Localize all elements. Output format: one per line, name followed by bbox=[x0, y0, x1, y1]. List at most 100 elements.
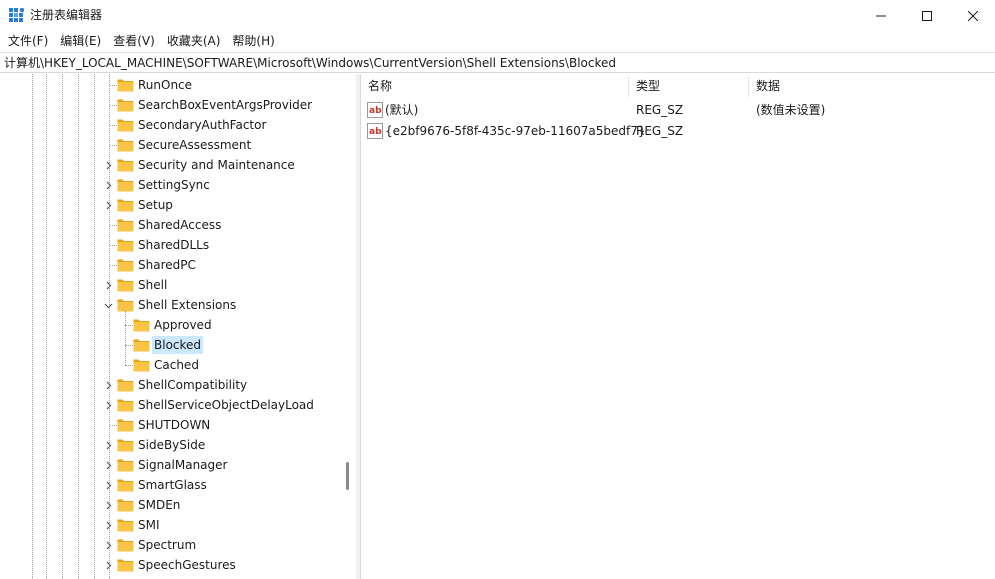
value-row[interactable]: ab (默认) REG_SZ (数值未设置) bbox=[362, 100, 995, 120]
tree-item[interactable]: SMI bbox=[0, 515, 340, 535]
address-path: 计算机\HKEY_LOCAL_MACHINE\SOFTWARE\Microsof… bbox=[4, 56, 617, 70]
tree-item-label[interactable]: ShellCompatibility bbox=[136, 376, 249, 394]
tree-item-label[interactable]: SecureAssessment bbox=[136, 136, 253, 154]
chevron-right-icon[interactable] bbox=[104, 441, 113, 450]
tree-connector bbox=[110, 225, 117, 226]
tree-scrollbar-thumb[interactable] bbox=[346, 462, 349, 490]
tree-item[interactable]: Security and Maintenance bbox=[0, 155, 340, 175]
tree-item-label[interactable]: RunOnce bbox=[136, 76, 194, 94]
tree-item[interactable]: SmartGlass bbox=[0, 475, 340, 495]
tree-item-label[interactable]: Shell bbox=[136, 276, 169, 294]
tree-item[interactable]: SharedAccess bbox=[0, 215, 340, 235]
tree-item[interactable]: Shell Extensions bbox=[0, 295, 340, 315]
tree-item[interactable]: SecureAssessment bbox=[0, 135, 340, 155]
column-header-data[interactable]: 数据 bbox=[750, 74, 990, 99]
key-tree-pane[interactable]: RunOnce SearchBoxEventArgsProvider Seconda… bbox=[0, 74, 356, 579]
tree-item[interactable]: SMDEn bbox=[0, 495, 340, 515]
tree-item[interactable]: SearchBoxEventArgsProvider bbox=[0, 95, 340, 115]
close-button[interactable] bbox=[950, 0, 995, 31]
tree-connector bbox=[125, 325, 133, 326]
tree-connector bbox=[110, 105, 117, 106]
tree-item-label[interactable]: Security and Maintenance bbox=[136, 156, 297, 174]
tree-item-label[interactable]: Shell Extensions bbox=[136, 296, 238, 314]
chevron-right-icon[interactable] bbox=[104, 561, 113, 570]
tree-connector bbox=[110, 145, 117, 146]
tree-item[interactable]: Approved bbox=[0, 315, 340, 335]
chevron-right-icon[interactable] bbox=[104, 181, 113, 190]
folder-icon bbox=[117, 419, 134, 432]
tree-item[interactable]: SpeechGestures bbox=[0, 555, 340, 575]
chevron-right-icon[interactable] bbox=[104, 401, 113, 410]
chevron-right-icon[interactable] bbox=[104, 481, 113, 490]
minimize-button[interactable] bbox=[858, 0, 904, 31]
tree-connector bbox=[110, 425, 117, 426]
chevron-right-icon[interactable] bbox=[104, 541, 113, 550]
tree-item-label[interactable]: SettingSync bbox=[136, 176, 212, 194]
chevron-right-icon[interactable] bbox=[104, 281, 113, 290]
tree-item[interactable]: SharedDLLs bbox=[0, 235, 340, 255]
folder-icon bbox=[117, 219, 134, 232]
tree-item-label[interactable]: ShellServiceObjectDelayLoad bbox=[136, 396, 316, 414]
tree-item-label[interactable]: Setup bbox=[136, 196, 175, 214]
folder-icon bbox=[117, 199, 134, 212]
column-separator[interactable] bbox=[628, 77, 629, 97]
tree-item-label[interactable]: SharedPC bbox=[136, 256, 198, 274]
tree-item-label[interactable]: SMI bbox=[136, 516, 162, 534]
tree-item-label[interactable]: SecondaryAuthFactor bbox=[136, 116, 268, 134]
folder-icon bbox=[117, 99, 134, 112]
pane-splitter[interactable] bbox=[356, 74, 361, 579]
tree-item-label[interactable]: SharedDLLs bbox=[136, 236, 211, 254]
tree-item[interactable]: Shell bbox=[0, 275, 340, 295]
chevron-right-icon[interactable] bbox=[104, 461, 113, 470]
chevron-right-icon[interactable] bbox=[104, 161, 113, 170]
tree-item-label[interactable]: Blocked bbox=[152, 336, 204, 354]
chevron-right-icon[interactable] bbox=[104, 381, 113, 390]
column-separator[interactable] bbox=[748, 77, 749, 97]
column-header-name[interactable]: 名称 bbox=[362, 74, 628, 99]
menu-edit[interactable]: 编辑(E) bbox=[54, 31, 107, 51]
tree-item-label[interactable]: SmartGlass bbox=[136, 476, 209, 494]
tree-item[interactable]: ShellCompatibility bbox=[0, 375, 340, 395]
tree-item-label[interactable]: SharedAccess bbox=[136, 216, 223, 234]
tree-item-label[interactable]: SearchBoxEventArgsProvider bbox=[136, 96, 314, 114]
tree-item[interactable]: Spectrum bbox=[0, 535, 340, 555]
chevron-right-icon[interactable] bbox=[104, 501, 113, 510]
tree-item[interactable]: RunOnce bbox=[0, 75, 340, 95]
menu-view[interactable]: 查看(V) bbox=[107, 31, 161, 51]
tree-item[interactable]: SHUTDOWN bbox=[0, 415, 340, 435]
tree-item-label[interactable]: Cached bbox=[152, 356, 201, 374]
chevron-right-icon[interactable] bbox=[104, 521, 113, 530]
folder-icon bbox=[117, 259, 134, 272]
tree-item-label[interactable]: SHUTDOWN bbox=[136, 416, 212, 434]
tree-item[interactable]: SharedPC bbox=[0, 255, 340, 275]
menu-file[interactable]: 文件(F) bbox=[0, 31, 54, 51]
tree-item-label[interactable]: SignalManager bbox=[136, 456, 229, 474]
tree-item[interactable]: SignalManager bbox=[0, 455, 340, 475]
tree-item[interactable]: ShellServiceObjectDelayLoad bbox=[0, 395, 340, 415]
address-bar[interactable]: 计算机\HKEY_LOCAL_MACHINE\SOFTWARE\Microsof… bbox=[0, 52, 995, 73]
tree-item-label[interactable]: SpeechGestures bbox=[136, 556, 238, 574]
tree-item[interactable]: Setup bbox=[0, 195, 340, 215]
menu-favorites[interactable]: 收藏夹(A) bbox=[161, 31, 227, 51]
chevron-down-icon[interactable] bbox=[104, 301, 113, 310]
tree-item[interactable]: SettingSync bbox=[0, 175, 340, 195]
values-list-pane[interactable]: 名称 类型 数据 ab (默认) REG_SZ (数值未设置) ab {e2bf9676-… bbox=[362, 74, 995, 579]
chevron-right-icon[interactable] bbox=[104, 201, 113, 210]
tree-item-label[interactable]: SideBySide bbox=[136, 436, 207, 454]
tree-item[interactable]: Cached bbox=[0, 355, 340, 375]
tree-item-label[interactable]: Spectrum bbox=[136, 536, 198, 554]
tree-item-label[interactable]: SMDEn bbox=[136, 496, 182, 514]
tree-item-label[interactable]: Approved bbox=[152, 316, 214, 334]
tree-connector bbox=[110, 85, 117, 86]
folder-icon bbox=[117, 399, 134, 412]
tree-item[interactable]: SecondaryAuthFactor bbox=[0, 115, 340, 135]
maximize-button[interactable] bbox=[904, 0, 950, 31]
tree-item[interactable]: Blocked bbox=[0, 335, 340, 355]
registry-editor-icon bbox=[9, 8, 24, 22]
tree-item[interactable]: SideBySide bbox=[0, 435, 340, 455]
folder-icon bbox=[117, 299, 134, 312]
column-header-type[interactable]: 类型 bbox=[630, 74, 748, 99]
value-row[interactable]: ab {e2bf9676-5f8f-435c-97eb-11607a5bedf7}… bbox=[362, 121, 995, 141]
string-value-icon: ab bbox=[367, 102, 383, 118]
menu-help[interactable]: 帮助(H) bbox=[226, 31, 280, 51]
